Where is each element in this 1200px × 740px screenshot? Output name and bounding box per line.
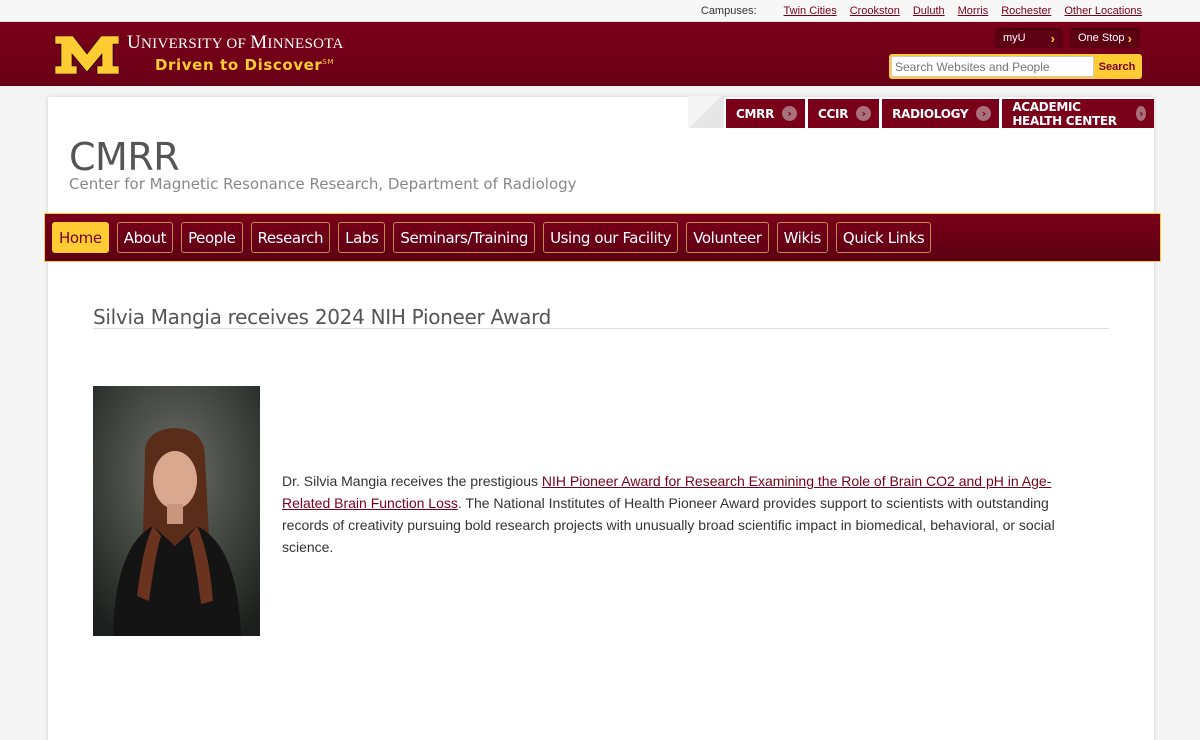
site-subtitle: Center for Magnetic Resonance Research, … <box>69 175 577 193</box>
article-headline: Silvia Mangia receives 2024 NIH Pioneer … <box>93 305 1109 329</box>
campus-link-morris[interactable]: Morris <box>958 5 989 17</box>
umn-header: UNIVERSITY OF MINNESOTA Driven to Discov… <box>0 22 1200 86</box>
campus-link-other-locations[interactable]: Other Locations <box>1064 5 1142 17</box>
nav-item-labs[interactable]: Labs <box>338 222 386 253</box>
nav-item-home[interactable]: Home <box>52 222 109 253</box>
chevron-right-icon: › <box>1050 30 1055 46</box>
article-body: Dr. Silvia Mangia receives the prestigio… <box>282 470 1082 558</box>
nav-item-volunteer[interactable]: Volunteer <box>686 222 769 253</box>
campus-bar: Campuses: Twin Cities Crookston Duluth M… <box>0 0 1200 22</box>
arrow-circle-icon: › <box>856 106 872 121</box>
search-input[interactable] <box>891 56 1094 77</box>
main-nav: Home About People Research Labs Seminars… <box>44 213 1161 262</box>
campus-link-duluth[interactable]: Duluth <box>913 5 945 17</box>
campus-link-crookston[interactable]: Crookston <box>850 5 900 17</box>
tagline: Driven to DiscoverSM <box>155 56 335 74</box>
site-tab-cmrr[interactable]: CMRR › <box>726 99 806 128</box>
nav-item-research[interactable]: Research <box>250 222 331 253</box>
campuses-label: Campuses: <box>700 4 757 17</box>
arrow-circle-icon: › <box>1136 106 1146 121</box>
article-text-intro: Dr. Silvia Mangia receives the prestigio… <box>282 473 542 489</box>
page-fold-decoration <box>688 96 724 128</box>
campus-link-twin-cities[interactable]: Twin Cities <box>784 5 837 17</box>
nav-item-quick-links[interactable]: Quick Links <box>835 222 932 253</box>
campus-link-rochester[interactable]: Rochester <box>1001 5 1051 17</box>
site-tab-ccir[interactable]: CCIR › <box>808 99 880 128</box>
university-wordmark[interactable]: UNIVERSITY OF MINNESOTA <box>127 32 344 54</box>
nav-item-seminars-training[interactable]: Seminars/Training <box>393 222 536 253</box>
nav-item-wikis[interactable]: Wikis <box>776 222 828 253</box>
search-form: Search <box>889 54 1142 79</box>
portrait-photo <box>93 386 260 636</box>
block-m-logo-icon[interactable] <box>55 36 119 74</box>
site-tabs: CMRR › CCIR › RADIOLOGY › ACADEMIC HEALTH C… <box>726 99 1154 128</box>
arrow-circle-icon: › <box>976 106 992 121</box>
nav-item-people[interactable]: People <box>181 222 243 253</box>
site-title[interactable]: CMRR <box>69 135 180 179</box>
nav-item-using-our-facility[interactable]: Using our Facility <box>543 222 679 253</box>
site-tab-academic-health-center[interactable]: ACADEMIC HEALTH CENTER › <box>1002 99 1154 128</box>
nav-item-about[interactable]: About <box>116 222 174 253</box>
one-stop-button[interactable]: One Stop › <box>1070 28 1140 48</box>
chevron-right-icon: › <box>1127 30 1132 46</box>
search-button[interactable]: Search <box>1094 61 1140 73</box>
myu-button[interactable]: myU › <box>995 28 1063 48</box>
site-tab-radiology[interactable]: RADIOLOGY › <box>882 99 1000 128</box>
arrow-circle-icon: › <box>782 106 798 121</box>
